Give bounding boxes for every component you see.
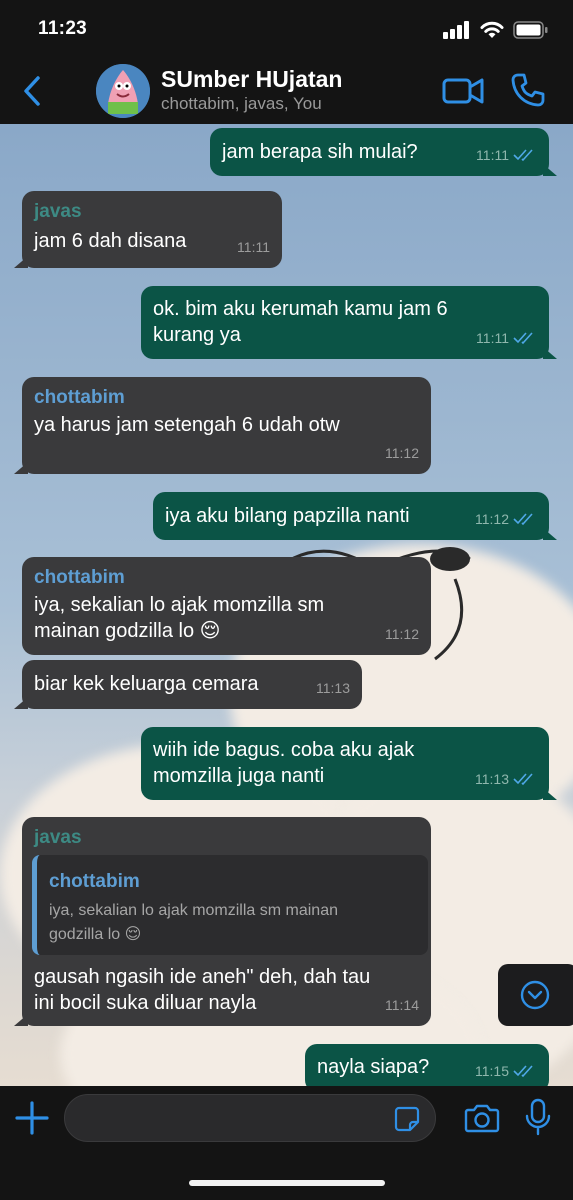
- video-call-icon[interactable]: [442, 74, 484, 108]
- message-outgoing[interactable]: ok. bim aku kerumah kamu jam 6 kurang ya…: [141, 286, 557, 359]
- message-text: jam 6 dah disana: [34, 230, 187, 252]
- message-text: biar kek keluarga cemara: [34, 673, 259, 695]
- message-time: 11:11: [237, 239, 270, 255]
- message-text: iya, sekalian lo ajak momzilla sm: [34, 594, 325, 616]
- home-indicator[interactable]: [189, 1180, 385, 1186]
- chat-header: SUmber HUjatan chottabim, javas, You: [0, 58, 573, 124]
- group-avatar[interactable]: [96, 64, 150, 118]
- message-sender: javas: [34, 827, 82, 848]
- chevron-down-icon: [520, 980, 550, 1010]
- message-text: iya aku bilang papzilla nanti: [165, 505, 410, 527]
- group-title[interactable]: SUmber HUjatan: [161, 66, 342, 93]
- message-sender: chottabim: [34, 387, 125, 408]
- message-incoming-reply[interactable]: javas chottabim iya, sekalian lo ajak mo…: [14, 817, 431, 1026]
- message-outgoing[interactable]: nayla siapa? 11:15: [305, 1044, 549, 1086]
- message-incoming[interactable]: chottabim iya, sekalian lo ajak momzilla…: [22, 557, 431, 655]
- signal-icon: [443, 21, 469, 39]
- message-outgoing[interactable]: wiih ide bagus. coba aku ajak momzilla j…: [141, 727, 557, 800]
- quoted-text-line: godzilla lo 😌: [49, 926, 142, 943]
- battery-icon: [513, 21, 548, 39]
- message-time: 11:11: [476, 330, 509, 346]
- message-meta: 11:11: [476, 325, 537, 351]
- message-incoming[interactable]: chottabim ya harus jam setengah 6 udah o…: [14, 377, 431, 474]
- camera-icon[interactable]: [464, 1102, 500, 1134]
- read-receipt-icon: [513, 1065, 533, 1078]
- scroll-to-bottom-button[interactable]: [498, 964, 573, 1026]
- chat-area[interactable]: jam berapa sih mulai? 11:11 javas jam 6 …: [0, 124, 573, 1086]
- back-chevron-icon[interactable]: [18, 74, 46, 108]
- status-bar: 11:23: [0, 0, 573, 58]
- message-time: 11:12: [385, 445, 419, 461]
- message-input[interactable]: [64, 1094, 436, 1142]
- message-text: ok. bim aku kerumah kamu jam 6: [153, 298, 448, 320]
- message-text: ya harus jam setengah 6 udah otw: [34, 414, 340, 436]
- read-receipt-icon: [513, 773, 533, 786]
- message-text: nayla siapa?: [317, 1056, 430, 1078]
- message-meta: 11:15: [475, 1058, 537, 1084]
- message-time: 11:13: [316, 680, 350, 696]
- message-text: wiih ide bagus. coba aku ajak: [153, 739, 415, 761]
- status-time: 11:23: [38, 18, 88, 39]
- message-incoming[interactable]: biar kek keluarga cemara 11:13: [14, 660, 362, 709]
- sticker-icon[interactable]: [394, 1106, 420, 1132]
- message-time: 11:14: [385, 997, 419, 1013]
- message-text: momzilla juga nanti: [153, 765, 325, 787]
- read-receipt-icon: [513, 332, 533, 345]
- phone-icon[interactable]: [510, 72, 546, 108]
- message-sender: javas: [34, 201, 82, 222]
- quoted-text: iya, sekalian lo ajak momzilla sm mainan…: [49, 899, 419, 947]
- quoted-message[interactable]: chottabim iya, sekalian lo ajak momzilla…: [32, 855, 428, 955]
- message-text: ini bocil suka diluar nayla: [34, 992, 257, 1014]
- message-time: 11:12: [475, 511, 509, 527]
- message-time: 11:15: [475, 1063, 509, 1079]
- message-meta: 11:11: [476, 142, 537, 168]
- message-outgoing[interactable]: iya aku bilang papzilla nanti 11:12: [153, 492, 557, 540]
- mic-icon[interactable]: [524, 1098, 552, 1136]
- message-text: mainan godzilla lo 😌: [34, 620, 221, 642]
- quoted-text-line: iya, sekalian lo ajak momzilla sm mainan: [49, 902, 338, 919]
- message-time: 11:12: [385, 626, 419, 642]
- message-outgoing[interactable]: jam berapa sih mulai? 11:11: [210, 128, 557, 176]
- group-members[interactable]: chottabim, javas, You: [161, 94, 322, 114]
- message-time: 11:11: [476, 147, 509, 163]
- message-incoming[interactable]: javas jam 6 dah disana 11:11: [14, 191, 282, 268]
- message-sender: chottabim: [34, 567, 125, 588]
- message-meta: 11:13: [475, 766, 537, 792]
- message-text: kurang ya: [153, 324, 241, 346]
- message-meta: 11:12: [475, 506, 537, 532]
- plus-icon[interactable]: [14, 1100, 50, 1136]
- quoted-sender: chottabim: [49, 871, 140, 892]
- wifi-icon: [480, 21, 504, 38]
- read-receipt-icon: [513, 149, 533, 162]
- message-time: 11:13: [475, 771, 509, 787]
- status-icons: [443, 20, 549, 40]
- message-text: gausah ngasih ide aneh" deh, dah tau: [34, 966, 371, 988]
- message-text: jam berapa sih mulai?: [222, 141, 418, 163]
- read-receipt-icon: [513, 513, 533, 526]
